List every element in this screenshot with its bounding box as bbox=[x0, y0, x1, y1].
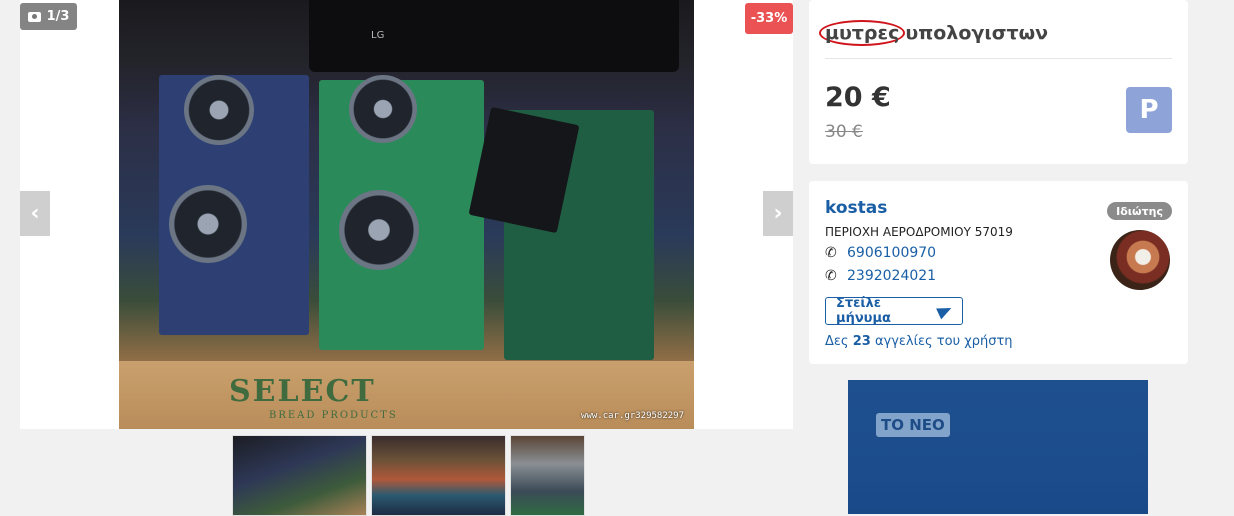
photo-fan bbox=[349, 75, 417, 143]
photo-fan bbox=[339, 190, 419, 270]
avatar[interactable] bbox=[1110, 230, 1170, 290]
thumbnail[interactable] bbox=[371, 435, 506, 516]
parking-icon: P bbox=[1126, 87, 1172, 133]
seller-ads-count: 23 bbox=[852, 334, 871, 349]
listing-title: μυτρες υπολογιστων bbox=[819, 20, 1049, 46]
send-message-label: Στείλε μήνυμα bbox=[836, 296, 891, 326]
photo-gallery: LG SELECT BREAD PRODUCTS www.car.gr32958… bbox=[20, 0, 793, 429]
photo-watermark: www.car.gr329582297 bbox=[581, 411, 684, 421]
camera-icon bbox=[27, 11, 41, 22]
thumbnail-strip bbox=[232, 435, 585, 516]
listing-card: μυτρες υπολογιστων 20 € 30 € P bbox=[809, 0, 1188, 164]
ad-label: ΤΟ ΝΕΟ bbox=[876, 413, 950, 437]
phone-number[interactable]: 6906100970 bbox=[847, 245, 936, 261]
seller-ads-suffix: αγγελίες του χρήστη bbox=[874, 334, 1013, 349]
listing-title-rest: υπολογιστων bbox=[905, 22, 1049, 44]
send-icon bbox=[936, 302, 954, 320]
box-logo-subtext: BREAD PRODUCTS bbox=[269, 410, 398, 421]
phone-link[interactable]: ✆ 6906100970 bbox=[825, 245, 936, 261]
next-photo-button[interactable]: › bbox=[763, 191, 793, 236]
phone-icon: ✆ bbox=[825, 245, 837, 261]
seller-type-badge: Ιδιώτης bbox=[1107, 202, 1172, 220]
send-message-button[interactable]: Στείλε μήνυμα bbox=[825, 296, 963, 326]
phone-link[interactable]: ✆ 2392024021 bbox=[825, 268, 936, 284]
photo-monitor bbox=[309, 0, 679, 72]
prev-photo-button[interactable]: ‹ bbox=[20, 191, 50, 236]
seller-ads-prefix: Δες bbox=[825, 334, 849, 349]
phone-number[interactable]: 2392024021 bbox=[847, 268, 936, 284]
photo-fan bbox=[169, 185, 247, 263]
photo-fan bbox=[184, 75, 254, 145]
seller-card: kostas ΠΕΡΙΟΧΗ ΑΕΡΟΔΡΟΜΙΟΥ 57019 ✆ 69061… bbox=[809, 181, 1188, 364]
box-logo-text: SELECT bbox=[229, 374, 376, 409]
seller-area: ΠΕΡΙΟΧΗ ΑΕΡΟΔΡΟΜΙΟΥ 57019 bbox=[825, 225, 1013, 239]
photo-counter: 1/3 bbox=[20, 3, 77, 30]
photo-counter-text: 1/3 bbox=[46, 9, 70, 24]
main-photo[interactable]: LG SELECT BREAD PRODUCTS www.car.gr32958… bbox=[119, 0, 694, 429]
chevron-right-icon: › bbox=[773, 201, 783, 226]
seller-ads-link[interactable]: Δες 23 αγγελίες του χρήστη bbox=[825, 334, 1013, 349]
ad-banner[interactable]: ΤΟ ΝΕΟ bbox=[848, 380, 1148, 514]
divider bbox=[825, 58, 1172, 59]
seller-name-link[interactable]: kostas bbox=[825, 198, 887, 218]
discount-badge: -33% bbox=[745, 3, 793, 34]
thumbnail[interactable] bbox=[510, 435, 585, 516]
monitor-brand-text: LG bbox=[371, 30, 385, 41]
phone-icon: ✆ bbox=[825, 268, 837, 284]
listing-title-circled: μυτρες bbox=[819, 20, 906, 46]
chevron-left-icon: ‹ bbox=[30, 201, 40, 226]
price: 20 € bbox=[825, 82, 891, 113]
old-price: 30 € bbox=[825, 122, 863, 142]
thumbnail[interactable] bbox=[232, 435, 367, 516]
